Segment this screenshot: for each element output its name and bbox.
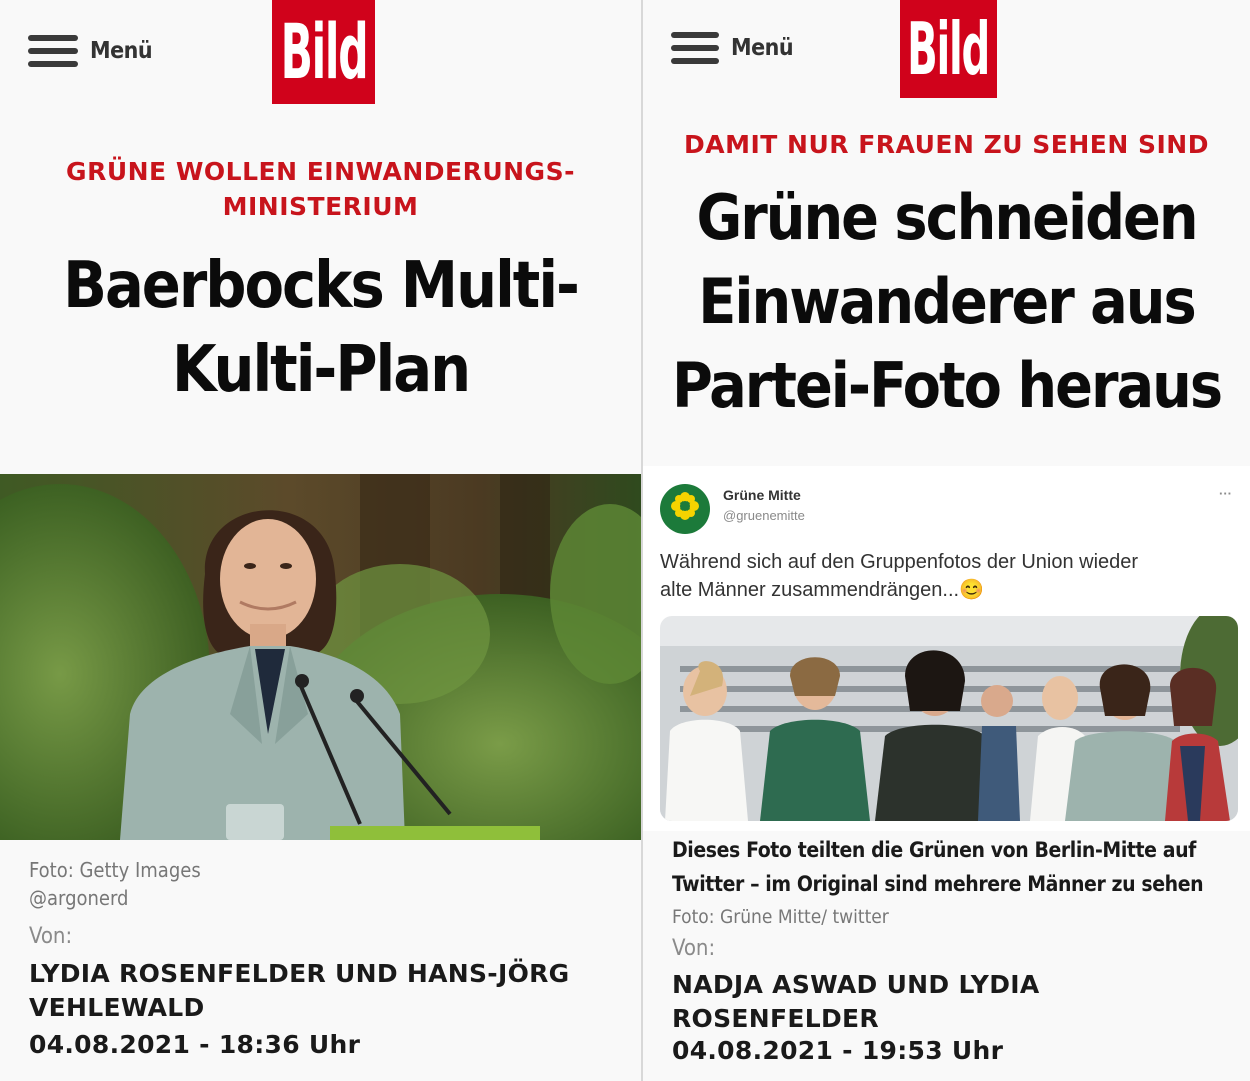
tweet-text-line2: alte Männer zusammendrängen... (660, 579, 960, 601)
caption-line: Dieses Foto teilten die Grünen von Berli… (672, 838, 1196, 862)
headline-line: Kulti-Plan (171, 333, 471, 407)
article-photo[interactable] (0, 474, 641, 840)
left-article-panel: Menü Bild GRÜNE WOLLEN EINWANDERUNGS- MI… (0, 0, 641, 1081)
tweet-author-name[interactable]: Grüne Mitte (723, 487, 801, 503)
article-date: 04.08.2021 - 18:36 Uhr (29, 1030, 361, 1059)
tweet-text-line: Während sich auf den Gruppenfotos der Un… (660, 551, 1139, 573)
photo-credit: Foto: Grüne Mitte/ twitter (672, 906, 889, 928)
article-authors: LYDIA ROSENFELDER UND HANS-JÖRG VEHLEWAL… (29, 957, 570, 1025)
speaker-photo-illustration (0, 474, 641, 840)
caption-line: Twitter – im Original sind mehrere Männe… (672, 872, 1204, 896)
tweet-author-handle[interactable]: @gruenemitte (723, 508, 805, 523)
menu-button[interactable]: Menü (671, 32, 794, 64)
authors-line: LYDIA ROSENFELDER UND HANS-JÖRG (29, 959, 570, 988)
tweet-avatar-sunflower-icon[interactable] (660, 484, 710, 534)
headline-line: Grüne schneiden (696, 181, 1198, 254)
hamburger-icon (671, 32, 719, 64)
headline-line: Einwanderer aus (698, 265, 1196, 338)
hamburger-icon (28, 35, 78, 67)
byline-label: Von: (29, 924, 73, 949)
article-kicker: DAMIT NUR FRAUEN ZU SEHEN SIND (684, 130, 1209, 159)
article-date: 04.08.2021 - 19:53 Uhr (672, 1036, 1004, 1065)
tweet-text-line: alte Männer zusammendrängen...😊 (660, 576, 1138, 604)
article-kicker: GRÜNE WOLLEN EINWANDERUNGS- MINISTERIUM (0, 154, 641, 224)
authors-line: NADJA ASWAD UND LYDIA (672, 970, 1040, 999)
article-authors: NADJA ASWAD UND LYDIA ROSENFELDER (672, 968, 1040, 1036)
menu-label: Menü (731, 35, 794, 61)
menu-label: Menü (90, 38, 153, 64)
bild-logo[interactable]: Bild (900, 0, 997, 98)
article-headline[interactable]: Baerbocks Multi- Kulti-Plan (0, 244, 641, 412)
headline-line: Baerbocks Multi- (63, 249, 580, 323)
authors-line: VEHLEWALD (29, 993, 205, 1022)
embedded-tweet[interactable]: Grüne Mitte @gruenemitte ··· Während sic… (643, 466, 1250, 831)
tweet-text: Während sich auf den Gruppenfotos der Un… (660, 548, 1138, 604)
bild-logo-text: Bild (907, 7, 991, 91)
bild-logo[interactable]: Bild (272, 0, 375, 104)
kicker-line: GRÜNE WOLLEN EINWANDERUNGS- (66, 157, 575, 186)
bild-logo-text: Bild (280, 7, 368, 96)
tweet-more-icon[interactable]: ··· (1219, 486, 1232, 501)
photo-handle: @argonerd (29, 886, 129, 910)
group-photo-illustration (660, 616, 1238, 821)
kicker-line: MINISTERIUM (222, 192, 419, 221)
authors-line: ROSENFELDER (672, 1004, 879, 1033)
smiling-face-emoji-icon: 😊 (959, 579, 984, 601)
byline-label: Von: (672, 936, 716, 961)
photo-credit: Foto: Getty Images (29, 858, 201, 882)
tweet-image[interactable] (660, 616, 1238, 821)
menu-button[interactable]: Menü (28, 35, 153, 67)
photo-caption: Foto: Getty Images @argonerd (29, 856, 201, 912)
headline-line: Partei-Foto heraus (671, 349, 1223, 422)
right-article-panel: Menü Bild DAMIT NUR FRAUEN ZU SEHEN SIND… (643, 0, 1250, 1081)
article-headline[interactable]: Grüne schneiden Einwanderer aus Partei-F… (643, 176, 1250, 428)
photo-caption: Dieses Foto teilten die Grünen von Berli… (672, 833, 1204, 901)
